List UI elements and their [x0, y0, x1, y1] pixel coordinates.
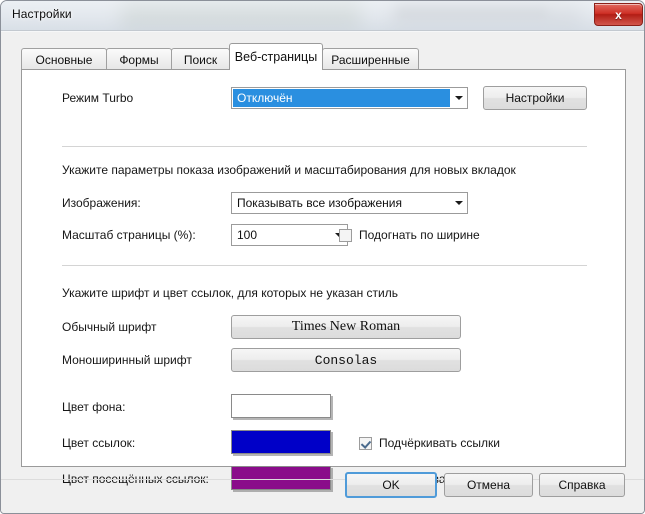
close-button[interactable]: x	[594, 3, 643, 26]
mono-font-value: Consolas	[314, 352, 378, 368]
dialog-client-area: Основные Формы Поиск Веб-страницы Расшир…	[1, 31, 644, 513]
turbo-mode-select[interactable]: Отключён	[231, 87, 468, 109]
turbo-mode-value: Отключён	[233, 89, 450, 107]
underline-links-label: Подчёркивать ссылки	[379, 436, 500, 450]
tab-label: Формы	[119, 52, 159, 67]
tab-rasshirennye[interactable]: Расширенные	[322, 48, 419, 70]
images-section-note: Укажите параметры показа изображений и м…	[62, 163, 516, 177]
help-button[interactable]: Справка	[539, 473, 625, 497]
turbo-settings-button[interactable]: Настройки	[483, 86, 587, 110]
tab-veb-stranicy[interactable]: Веб-страницы	[229, 43, 323, 70]
help-label: Справка	[558, 478, 606, 492]
mono-font-label: Моноширинный шрифт	[62, 353, 192, 367]
mono-font-button[interactable]: Consolas	[231, 348, 461, 372]
page-zoom-value: 100	[237, 228, 258, 242]
close-icon: x	[615, 7, 622, 22]
background-color-label: Цвет фона:	[62, 400, 126, 414]
separator-1	[62, 146, 587, 147]
images-value: Показывать все изображения	[237, 196, 402, 210]
chevron-down-icon	[450, 88, 467, 108]
normal-font-label: Обычный шрифт	[62, 320, 157, 334]
turbo-settings-label: Настройки	[505, 91, 565, 105]
tab-label: Расширенные	[331, 52, 410, 67]
tab-label: Поиск	[183, 52, 218, 67]
settings-dialog-window: Настройки x Основные Формы Поиск Веб-стр…	[0, 0, 645, 514]
normal-font-value: Times New Roman	[291, 319, 401, 334]
tab-formy[interactable]: Формы	[106, 48, 172, 70]
checkbox-box	[359, 436, 372, 450]
background-color-swatch[interactable]	[231, 394, 331, 418]
link-color-label: Цвет ссылок:	[62, 436, 136, 450]
web-pages-tab-panel: Режим Turbo Отключён Настройки Укажите п…	[21, 69, 626, 490]
cancel-label: Отмена	[466, 478, 511, 492]
title-bar: Настройки x	[1, 1, 644, 31]
cancel-button[interactable]: Отмена	[444, 473, 533, 497]
underline-links-checkbox[interactable]: Подчёркивать ссылки	[359, 436, 500, 450]
images-select[interactable]: Показывать все изображения	[231, 192, 468, 214]
visited-color-swatch[interactable]	[231, 466, 331, 490]
ok-button[interactable]: OK	[345, 472, 437, 498]
window-title: Настройки	[12, 7, 72, 21]
ok-label: OK	[382, 478, 400, 492]
page-zoom-select[interactable]: 100	[231, 224, 348, 246]
tab-label: Основные	[35, 52, 93, 67]
images-label: Изображения:	[62, 196, 141, 210]
page-zoom-label: Масштаб страницы (%):	[62, 228, 196, 242]
fit-width-label: Подогнать по ширине	[359, 228, 480, 242]
link-color-swatch[interactable]	[231, 430, 331, 454]
turbo-mode-label: Режим Turbo	[62, 91, 134, 105]
tab-osnovnye[interactable]: Основные	[21, 48, 107, 70]
separator-2	[62, 265, 587, 266]
tab-label: Веб-страницы	[234, 50, 318, 64]
fonts-section-note: Укажите шрифт и цвет ссылок, для которых…	[62, 286, 398, 300]
checkbox-box	[339, 228, 352, 242]
tab-poisk[interactable]: Поиск	[171, 48, 230, 70]
normal-font-button[interactable]: Times New Roman	[231, 315, 461, 339]
fit-width-checkbox[interactable]: Подогнать по ширине	[339, 228, 480, 242]
chevron-down-icon	[450, 193, 467, 213]
